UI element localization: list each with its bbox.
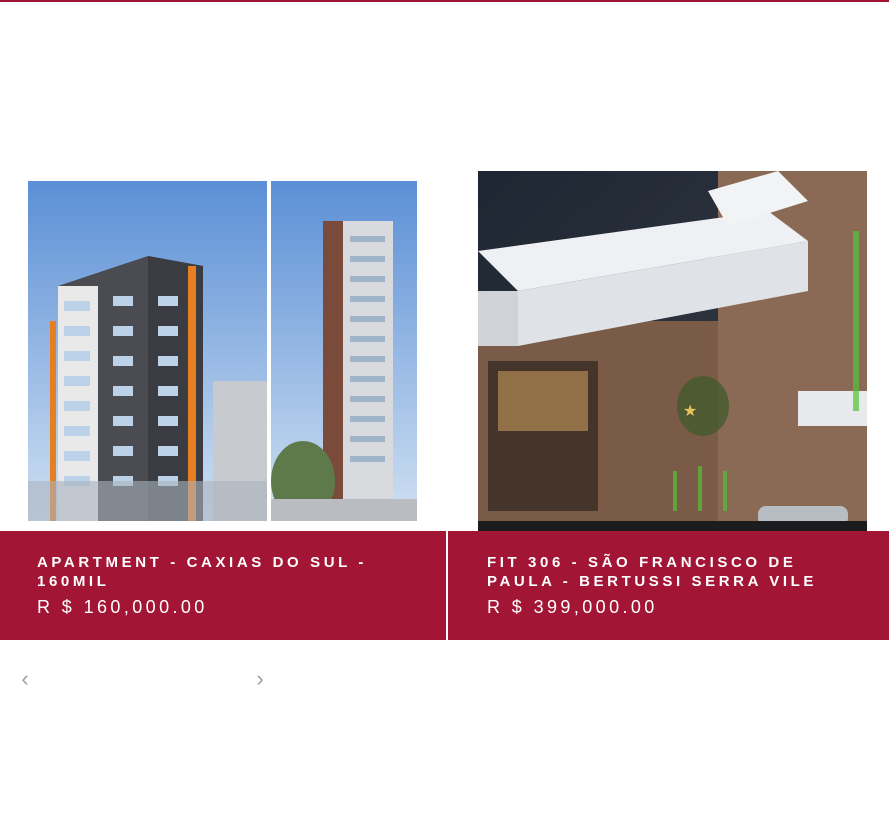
svg-text:★: ★ xyxy=(683,401,697,420)
building-facade-image: ★ xyxy=(478,171,867,531)
listing-image[interactable]: ★ xyxy=(478,171,867,531)
listing-price: R $ 160,000.00 xyxy=(37,597,208,617)
chevron-right-icon[interactable]: › xyxy=(250,668,270,690)
listing-title[interactable]: FIT 306 - SÃO FRANCISCO DE PAULA - BERTU… xyxy=(487,553,847,591)
listing-title[interactable]: APARTMENT - CAXIAS DO SUL - 160MIL xyxy=(37,553,397,591)
listing-info-panel[interactable]: FIT 306 - SÃO FRANCISCO DE PAULA - BERTU… xyxy=(448,531,889,640)
top-divider xyxy=(0,0,889,2)
listing-image[interactable] xyxy=(28,181,417,531)
listing-info-panel[interactable]: APARTMENT - CAXIAS DO SUL - 160MIL R $ 1… xyxy=(0,531,446,640)
apartment-render-image xyxy=(28,181,417,531)
chevron-left-icon[interactable]: ‹ xyxy=(15,668,35,690)
listing-price: R $ 399,000.00 xyxy=(487,597,658,617)
